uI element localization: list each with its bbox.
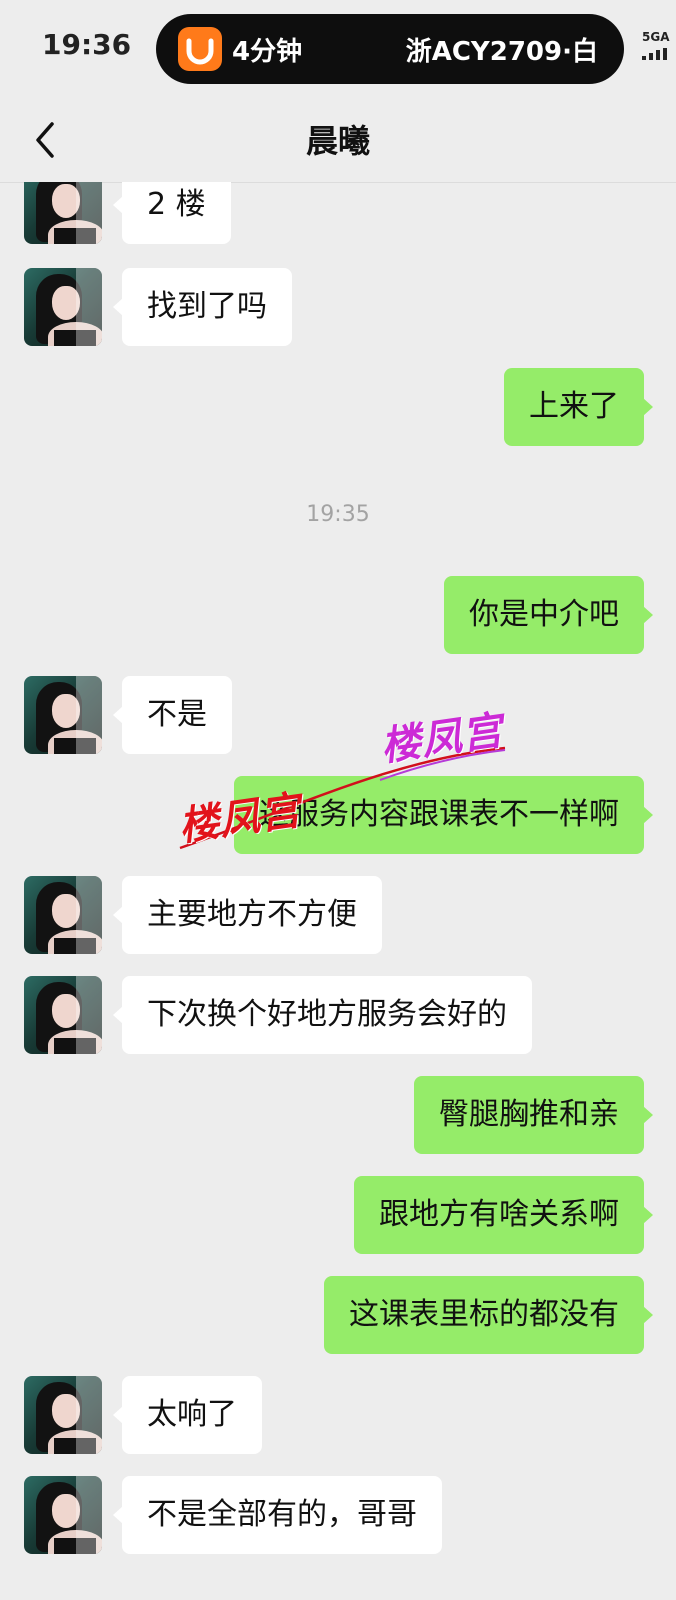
- message-bubble-incoming[interactable]: 下次换个好地方服务会好的: [113, 976, 532, 1054]
- contact-avatar[interactable]: [24, 976, 102, 1054]
- message-bubble-outgoing[interactable]: 这课表里标的都没有: [324, 1276, 653, 1354]
- message-bubble-incoming[interactable]: 太响了: [113, 1376, 262, 1454]
- message-timestamp: 19:35: [306, 502, 370, 527]
- message-bubble-outgoing[interactable]: 臀腿胸推和亲: [414, 1076, 653, 1154]
- message-bubble-incoming[interactable]: 不是: [113, 676, 232, 754]
- contact-avatar[interactable]: [24, 268, 102, 346]
- message-bubble-incoming[interactable]: 不是全部有的，哥哥: [113, 1476, 442, 1554]
- message-bubble-incoming[interactable]: 2 楼: [113, 182, 231, 244]
- contact-avatar[interactable]: [24, 182, 102, 244]
- message-bubble-outgoing[interactable]: 上来了: [504, 368, 653, 446]
- message-bubble-incoming[interactable]: 主要地方不方便: [113, 876, 382, 954]
- message-bubble-outgoing[interactable]: 跟地方有啥关系啊: [354, 1176, 653, 1254]
- message-list[interactable]: 2 楼 找到了吗 上来了 19:35 你是中介吧 不是 这服务内容跟课表不一样啊…: [0, 0, 676, 1600]
- contact-avatar[interactable]: [24, 1476, 102, 1554]
- contact-avatar[interactable]: [24, 1376, 102, 1454]
- message-bubble-outgoing[interactable]: 你是中介吧: [444, 576, 653, 654]
- contact-avatar[interactable]: [24, 876, 102, 954]
- message-bubble-incoming[interactable]: 找到了吗: [113, 268, 292, 346]
- contact-avatar[interactable]: [24, 676, 102, 754]
